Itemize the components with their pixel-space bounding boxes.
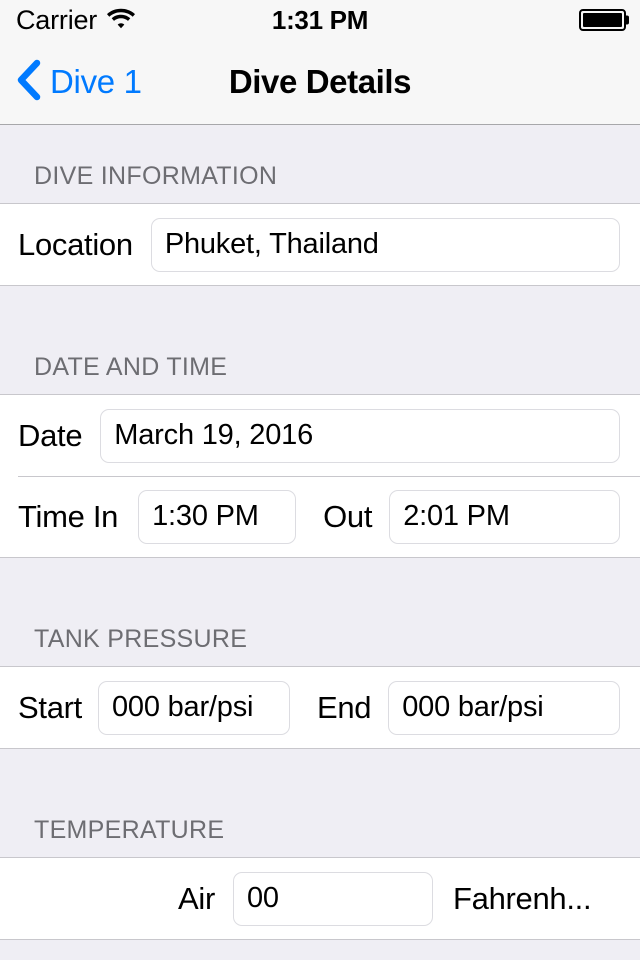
time-in-label: Time In xyxy=(18,498,119,534)
section-dive-information: Location Phuket, Thailand xyxy=(0,203,640,286)
status-bar-right xyxy=(579,9,629,31)
status-bar: Carrier 1:31 PM xyxy=(0,0,640,40)
location-label: Location xyxy=(18,226,133,262)
pressure-start-label: Start xyxy=(18,689,82,725)
back-button-label: Dive 1 xyxy=(50,63,142,100)
section-header-date-and-time: DATE AND TIME xyxy=(0,286,640,394)
location-input[interactable]: Phuket, Thailand xyxy=(150,217,620,272)
form-table-view: DIVE INFORMATION Location Phuket, Thaila… xyxy=(0,125,640,960)
row-location: Location Phuket, Thailand xyxy=(0,204,640,285)
time-in-input[interactable]: 1:30 PM xyxy=(138,489,297,544)
date-input[interactable]: March 19, 2016 xyxy=(100,408,620,463)
row-tank-pressure: Start 000 bar/psi End 000 bar/psi xyxy=(0,667,640,748)
pressure-end-label: End xyxy=(316,689,372,725)
wifi-icon xyxy=(106,7,136,34)
air-temperature-label: Air xyxy=(178,880,215,916)
battery-fill xyxy=(583,13,622,27)
time-out-input[interactable]: 2:01 PM xyxy=(389,489,620,544)
carrier-label: Carrier xyxy=(16,4,98,35)
row-date: Date March 19, 2016 xyxy=(0,395,640,476)
back-button[interactable]: Dive 1 xyxy=(16,58,142,107)
section-header-temperature: TEMPERATURE xyxy=(0,749,640,857)
row-temperature-air: Air 00 Fahrenh... xyxy=(0,858,640,939)
pressure-start-input[interactable]: 000 bar/psi xyxy=(97,680,290,735)
section-header-dive-information: DIVE INFORMATION xyxy=(0,125,640,203)
pressure-end-input[interactable]: 000 bar/psi xyxy=(388,680,620,735)
section-date-and-time: Date March 19, 2016 Time In 1:30 PM Out … xyxy=(0,394,640,558)
section-tank-pressure: Start 000 bar/psi End 000 bar/psi xyxy=(0,666,640,749)
air-temperature-input[interactable]: 00 xyxy=(233,871,433,926)
battery-full-icon xyxy=(579,9,629,31)
row-time: Time In 1:30 PM Out 2:01 PM xyxy=(0,476,640,557)
date-label: Date xyxy=(18,417,83,453)
chevron-left-icon xyxy=(16,58,42,107)
section-header-tank-pressure: TANK PRESSURE xyxy=(0,558,640,666)
time-out-label: Out xyxy=(323,498,373,534)
section-temperature: Air 00 Fahrenh... xyxy=(0,857,640,940)
navigation-bar: Dive 1 Dive Details xyxy=(0,40,640,125)
temperature-unit-label[interactable]: Fahrenh... xyxy=(453,881,591,917)
battery-cap xyxy=(626,15,629,25)
status-bar-left: Carrier xyxy=(16,5,136,36)
